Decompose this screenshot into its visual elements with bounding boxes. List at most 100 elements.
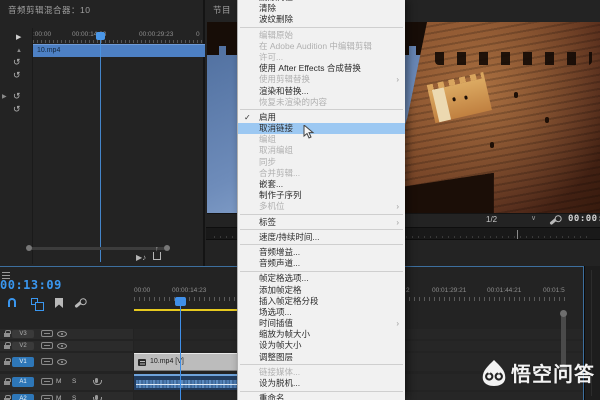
menu-item[interactable]: 启用✓ — [238, 112, 405, 123]
automation-undo-icon[interactable]: ↺ — [13, 92, 21, 101]
ruler-label: 00:01:5 — [543, 287, 565, 294]
menu-item[interactable]: 速度/持续时间... — [238, 232, 405, 243]
voiceover-mic-icon[interactable] — [95, 395, 98, 400]
source-patch-icon[interactable] — [41, 395, 53, 400]
menu-item[interactable]: 设为帧大小 — [238, 340, 405, 351]
menu-item[interactable]: 添加帧定格 — [238, 285, 405, 296]
track-header-a1: A1 M S — [0, 374, 133, 390]
toggle-track-output-eye-icon[interactable] — [57, 331, 67, 337]
submenu-arrow-icon: › — [396, 318, 399, 329]
ruler-label: 2 — [406, 287, 410, 294]
menu-item[interactable]: 音频增益... — [238, 247, 405, 258]
menu-separator — [240, 109, 403, 110]
solo-button[interactable]: S — [72, 378, 76, 385]
tab-program-monitor[interactable]: 节目 — [213, 4, 231, 16]
menu-item: 编辑原始 — [238, 30, 405, 41]
track-target-button-v1[interactable]: V1 — [12, 357, 34, 367]
voiceover-mic-icon[interactable] — [95, 378, 98, 383]
snap-magnet-icon[interactable] — [8, 298, 16, 307]
lock-icon[interactable] — [4, 333, 10, 337]
submenu-arrow-icon: › — [396, 217, 399, 228]
menu-separator — [240, 391, 403, 392]
mixer-left-toolbar: ▶ ▲ ↺ ↺ ▶ ↺ ↺ — [0, 28, 33, 264]
menu-item[interactable]: 音频声道... — [238, 258, 405, 269]
collapse-icon[interactable]: ▲ — [16, 47, 22, 56]
panel-menu-icon[interactable] — [2, 270, 10, 277]
menu-item[interactable]: 使用 After Effects 合成替换 — [238, 63, 405, 74]
menu-separator — [240, 229, 403, 230]
export-icon[interactable] — [153, 252, 161, 260]
mixer-audio-clip[interactable]: 10.mp4 — [33, 44, 205, 57]
lock-icon[interactable] — [4, 361, 10, 365]
menu-item[interactable]: 制作子序列 — [238, 190, 405, 201]
menu-item: 编组 — [238, 134, 405, 145]
premiere-app-window: 音频剪辑混合器：10 ▶ ▲ ↺ ↺ ▶ ↺ ↺ :00:00 00:00:14… — [0, 0, 600, 400]
automation-undo-icon[interactable]: ↺ — [13, 105, 21, 114]
add-marker-icon[interactable] — [55, 298, 63, 308]
menu-item[interactable]: 清除 — [238, 3, 405, 14]
audio-clip-mixer-panel: 音频剪辑混合器：10 ▶ ▲ ↺ ↺ ▶ ↺ ↺ :00:00 00:00:14… — [0, 0, 205, 266]
track-target-button-a2[interactable]: A2 — [12, 394, 34, 400]
menu-item: 合并剪辑... — [238, 168, 405, 179]
menu-item[interactable]: 调整图层 — [238, 352, 405, 363]
timeline-settings-wrench-icon[interactable] — [74, 299, 84, 308]
mute-button[interactable]: M — [56, 378, 61, 385]
scrubber-center-tick — [517, 230, 518, 239]
program-timecode[interactable]: 00:00: — [568, 214, 600, 224]
automation-undo-icon[interactable]: ↺ — [13, 58, 21, 67]
menu-item: 同步 — [238, 157, 405, 168]
lock-icon[interactable] — [4, 381, 10, 385]
lock-icon[interactable] — [4, 345, 10, 349]
timeline-timecode[interactable]: 00:13:09 — [0, 278, 62, 292]
menu-item: 许可... — [238, 52, 405, 63]
expander-arrow-icon[interactable]: ▶ — [2, 93, 7, 102]
linked-selection-icon[interactable] — [31, 298, 38, 305]
menu-item[interactable]: 波纹删除 — [238, 14, 405, 25]
tab-audio-clip-mixer[interactable]: 音频剪辑混合器：10 — [8, 4, 90, 16]
menu-item[interactable]: 场选项... — [238, 307, 405, 318]
submenu-arrow-icon: › — [396, 74, 399, 85]
menu-item[interactable]: 渲染和替换... — [238, 86, 405, 97]
play-audio-icon[interactable]: ▶♪ — [136, 253, 146, 262]
scrollbar-handle[interactable] — [164, 245, 170, 251]
mixer-clip-label: 10.mp4 — [33, 45, 205, 57]
scrollbar-handle[interactable] — [26, 245, 32, 251]
menu-item: 恢复未渲染的内容 — [238, 97, 405, 108]
source-patch-icon[interactable] — [41, 330, 53, 337]
menu-item[interactable]: 时间插值› — [238, 318, 405, 329]
clip-film-icon — [138, 359, 146, 366]
mixer-playhead-line — [100, 40, 101, 262]
chevron-down-icon[interactable]: ∨ — [531, 214, 536, 222]
playback-resolution-dropdown[interactable]: 1/2 — [486, 215, 497, 224]
menu-item[interactable]: 取消链接 — [238, 123, 405, 134]
menu-item[interactable]: 缩放为帧大小 — [238, 329, 405, 340]
ruler-label: 00:00:14:23 — [172, 287, 206, 294]
menu-separator — [240, 271, 403, 272]
menu-item[interactable]: 重命名... — [238, 393, 405, 400]
ruler-label: :00:00 — [33, 31, 51, 38]
track-target-button-v3[interactable]: V3 — [12, 330, 34, 338]
menu-item[interactable]: 插入帧定格分段 — [238, 296, 405, 307]
source-patch-icon[interactable] — [41, 342, 53, 349]
menu-item[interactable]: 设为脱机... — [238, 378, 405, 389]
menu-item: 链接媒体... — [238, 367, 405, 378]
menu-item: 多机位› — [238, 201, 405, 212]
toggle-track-output-eye-icon[interactable] — [57, 359, 67, 365]
mute-button[interactable]: M — [56, 395, 61, 400]
mixer-bottom-toolbar: ▶♪ — [136, 252, 161, 262]
menu-item[interactable]: 帧定格选项... — [238, 273, 405, 284]
ruler-label: 00:01:44:21 — [487, 287, 521, 294]
menu-item[interactable]: 嵌套... — [238, 179, 405, 190]
automation-undo-icon[interactable]: ↺ — [13, 71, 21, 80]
menu-item[interactable]: 标签› — [238, 217, 405, 228]
ruler-label: 00:00 — [134, 287, 150, 294]
toggle-track-output-eye-icon[interactable] — [57, 343, 67, 349]
source-patch-icon[interactable] — [41, 378, 53, 385]
checkmark-icon: ✓ — [244, 112, 251, 123]
mixer-playhead-handle[interactable] — [96, 32, 105, 40]
track-target-button-a1[interactable]: A1 — [12, 377, 34, 387]
source-patch-icon[interactable] — [41, 358, 53, 365]
solo-button[interactable]: S — [72, 395, 76, 400]
track-target-button-v2[interactable]: V2 — [12, 342, 34, 350]
mixer-horizontal-scrollbar[interactable] — [28, 247, 168, 250]
